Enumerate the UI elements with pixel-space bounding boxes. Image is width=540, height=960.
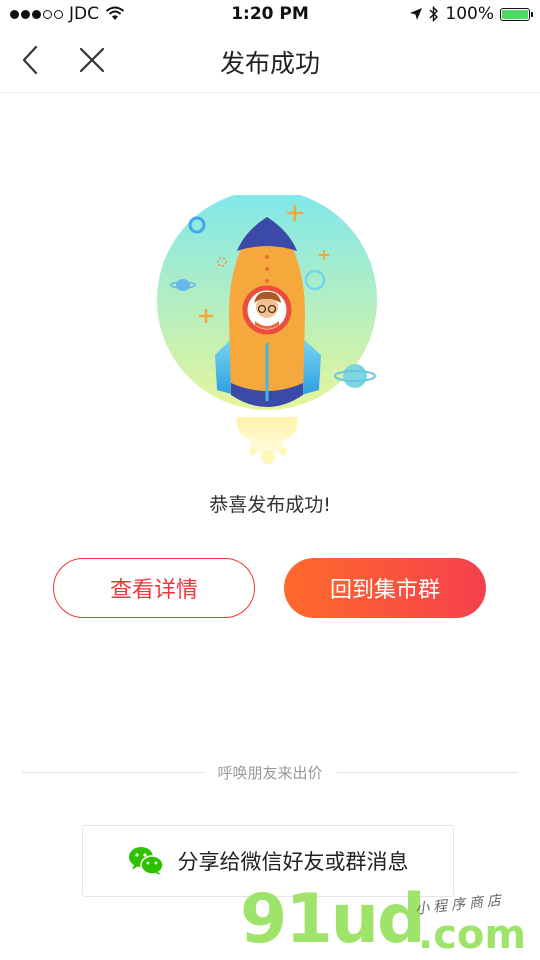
status-bar: JDC 1:20 PM 100% <box>0 0 540 30</box>
success-message: 恭喜发布成功! <box>209 494 331 516</box>
bluetooth-icon <box>429 6 439 22</box>
share-label: 分享给微信好友或群消息 <box>177 850 409 874</box>
share-prompt-text: 呼唤朋友来出价 <box>217 763 323 782</box>
share-divider: 呼唤朋友来出价 <box>22 762 519 782</box>
wechat-icon <box>128 847 164 875</box>
divider-line-left <box>22 771 204 773</box>
back-to-market-group-button[interactable]: 回到集市群 <box>284 558 486 618</box>
battery-percent: 100% <box>445 4 494 24</box>
divider-line-right <box>336 771 519 773</box>
watermark-domain: .com <box>418 912 527 958</box>
watermark-main-text: 91ud <box>240 880 426 959</box>
watermark-logo: 91ud 小程序商店 .com <box>240 880 540 960</box>
location-arrow-icon <box>410 8 423 20</box>
battery-icon <box>500 7 533 21</box>
navigation-bar: 发布成功 <box>0 30 540 93</box>
system-indicators: 100% <box>409 4 533 24</box>
view-details-button[interactable]: 查看详情 <box>53 558 255 618</box>
page-title: 发布成功 <box>219 49 320 78</box>
rocket-illustration <box>157 195 377 464</box>
